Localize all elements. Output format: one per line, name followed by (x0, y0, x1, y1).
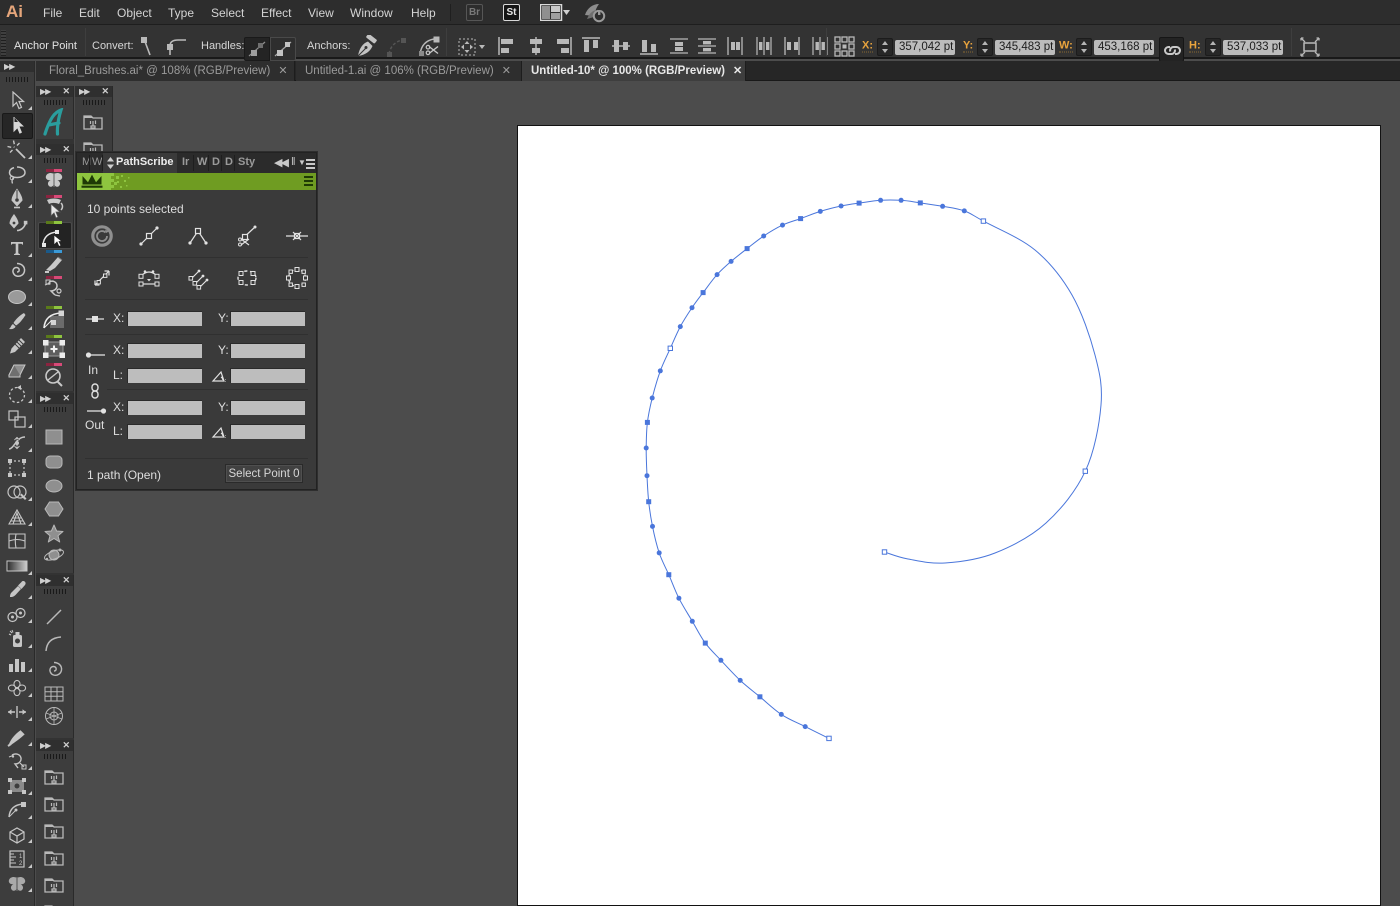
svg-text:1: 1 (19, 854, 23, 860)
svg-text:2: 2 (19, 861, 23, 867)
